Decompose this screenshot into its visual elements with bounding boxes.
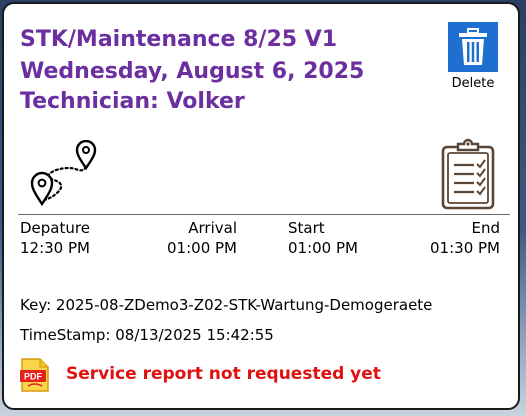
- end-label: End: [471, 219, 500, 237]
- appointment-date: Wednesday, August 6, 2025: [20, 59, 365, 84]
- appointment-key: Key: 2025-08-ZDemo3-Z02-STK-Wartung-Demo…: [20, 296, 433, 314]
- departure-label: Depature: [20, 219, 90, 237]
- divider: [18, 214, 510, 215]
- timestamp: TimeStamp: 08/13/2025 15:42:55: [20, 326, 274, 344]
- delete-button[interactable]: Delete: [446, 22, 500, 96]
- svg-text:PDF: PDF: [24, 372, 43, 382]
- appointment-card: STK/Maintenance 8/25 V1 Wednesday, Augus…: [2, 2, 520, 410]
- trash-bin-icon: [448, 22, 498, 72]
- start-label: Start: [288, 219, 325, 237]
- start-time: 01:00 PM: [288, 239, 358, 257]
- clipboard-checklist-icon: [440, 138, 496, 210]
- arrival-label: Arrival: [188, 219, 237, 237]
- appointment-title: STK/Maintenance 8/25 V1: [20, 27, 338, 52]
- arrival-time: 01:00 PM: [167, 239, 237, 257]
- delete-label: Delete: [451, 76, 495, 91]
- end-time: 01:30 PM: [430, 239, 500, 257]
- technician-name: Technician: Volker: [20, 89, 245, 114]
- route-map-pin-icon: [30, 139, 100, 208]
- pdf-file-icon[interactable]: PDF: [20, 358, 50, 392]
- departure-time: 12:30 PM: [20, 239, 90, 257]
- report-status: Service report not requested yet: [66, 364, 381, 384]
